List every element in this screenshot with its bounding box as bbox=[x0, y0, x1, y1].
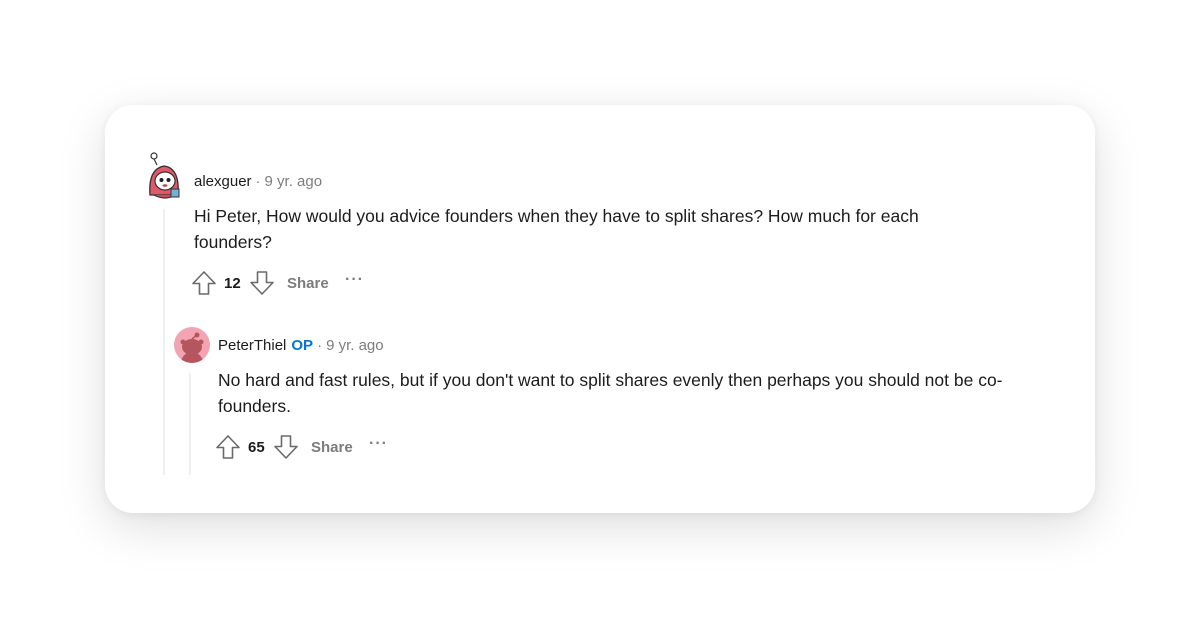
downvote-button[interactable] bbox=[249, 269, 275, 297]
snoo-avatar-hooded-icon[interactable] bbox=[145, 151, 183, 201]
username-link[interactable]: alexguer bbox=[194, 173, 252, 190]
share-button[interactable]: Share bbox=[287, 269, 329, 297]
downvote-button[interactable] bbox=[273, 433, 299, 461]
comment-body: No hard and fast rules, but if you don't… bbox=[218, 370, 1003, 416]
username-link[interactable]: PeterThiel bbox=[218, 337, 286, 354]
separator-dot: · bbox=[317, 337, 323, 354]
comment-thread-card: alexguer · 9 yr. ago Hi Peter, How would y… bbox=[105, 105, 1095, 513]
downvote-icon bbox=[250, 271, 274, 295]
more-options-button[interactable]: ··· bbox=[345, 266, 364, 294]
comment-meta: alexguer · 9 yr. ago bbox=[194, 172, 322, 192]
timestamp[interactable]: 9 yr. ago bbox=[326, 337, 384, 354]
upvote-icon bbox=[192, 271, 216, 295]
comment-actions: 12 Share ··· bbox=[191, 269, 391, 297]
vote-score: 65 bbox=[248, 438, 265, 456]
thread-line-top-level[interactable] bbox=[163, 209, 165, 475]
timestamp[interactable]: 9 yr. ago bbox=[265, 173, 323, 190]
thread-line-reply[interactable] bbox=[189, 373, 191, 475]
snoo-default-avatar-icon[interactable] bbox=[174, 327, 210, 363]
comment-actions: 65 Share ··· bbox=[215, 433, 415, 461]
upvote-button[interactable] bbox=[215, 433, 241, 461]
op-badge: OP bbox=[291, 337, 314, 354]
upvote-button[interactable] bbox=[191, 269, 217, 297]
comment-meta: PeterThiel OP · 9 yr. ago bbox=[218, 336, 384, 356]
vote-score: 12 bbox=[224, 274, 241, 292]
share-button[interactable]: Share bbox=[311, 433, 353, 461]
upvote-icon bbox=[216, 435, 240, 459]
comment-body: Hi Peter, How would you advice founders … bbox=[194, 206, 919, 252]
more-options-button[interactable]: ··· bbox=[369, 430, 388, 458]
downvote-icon bbox=[274, 435, 298, 459]
separator-dot: · bbox=[255, 173, 261, 190]
